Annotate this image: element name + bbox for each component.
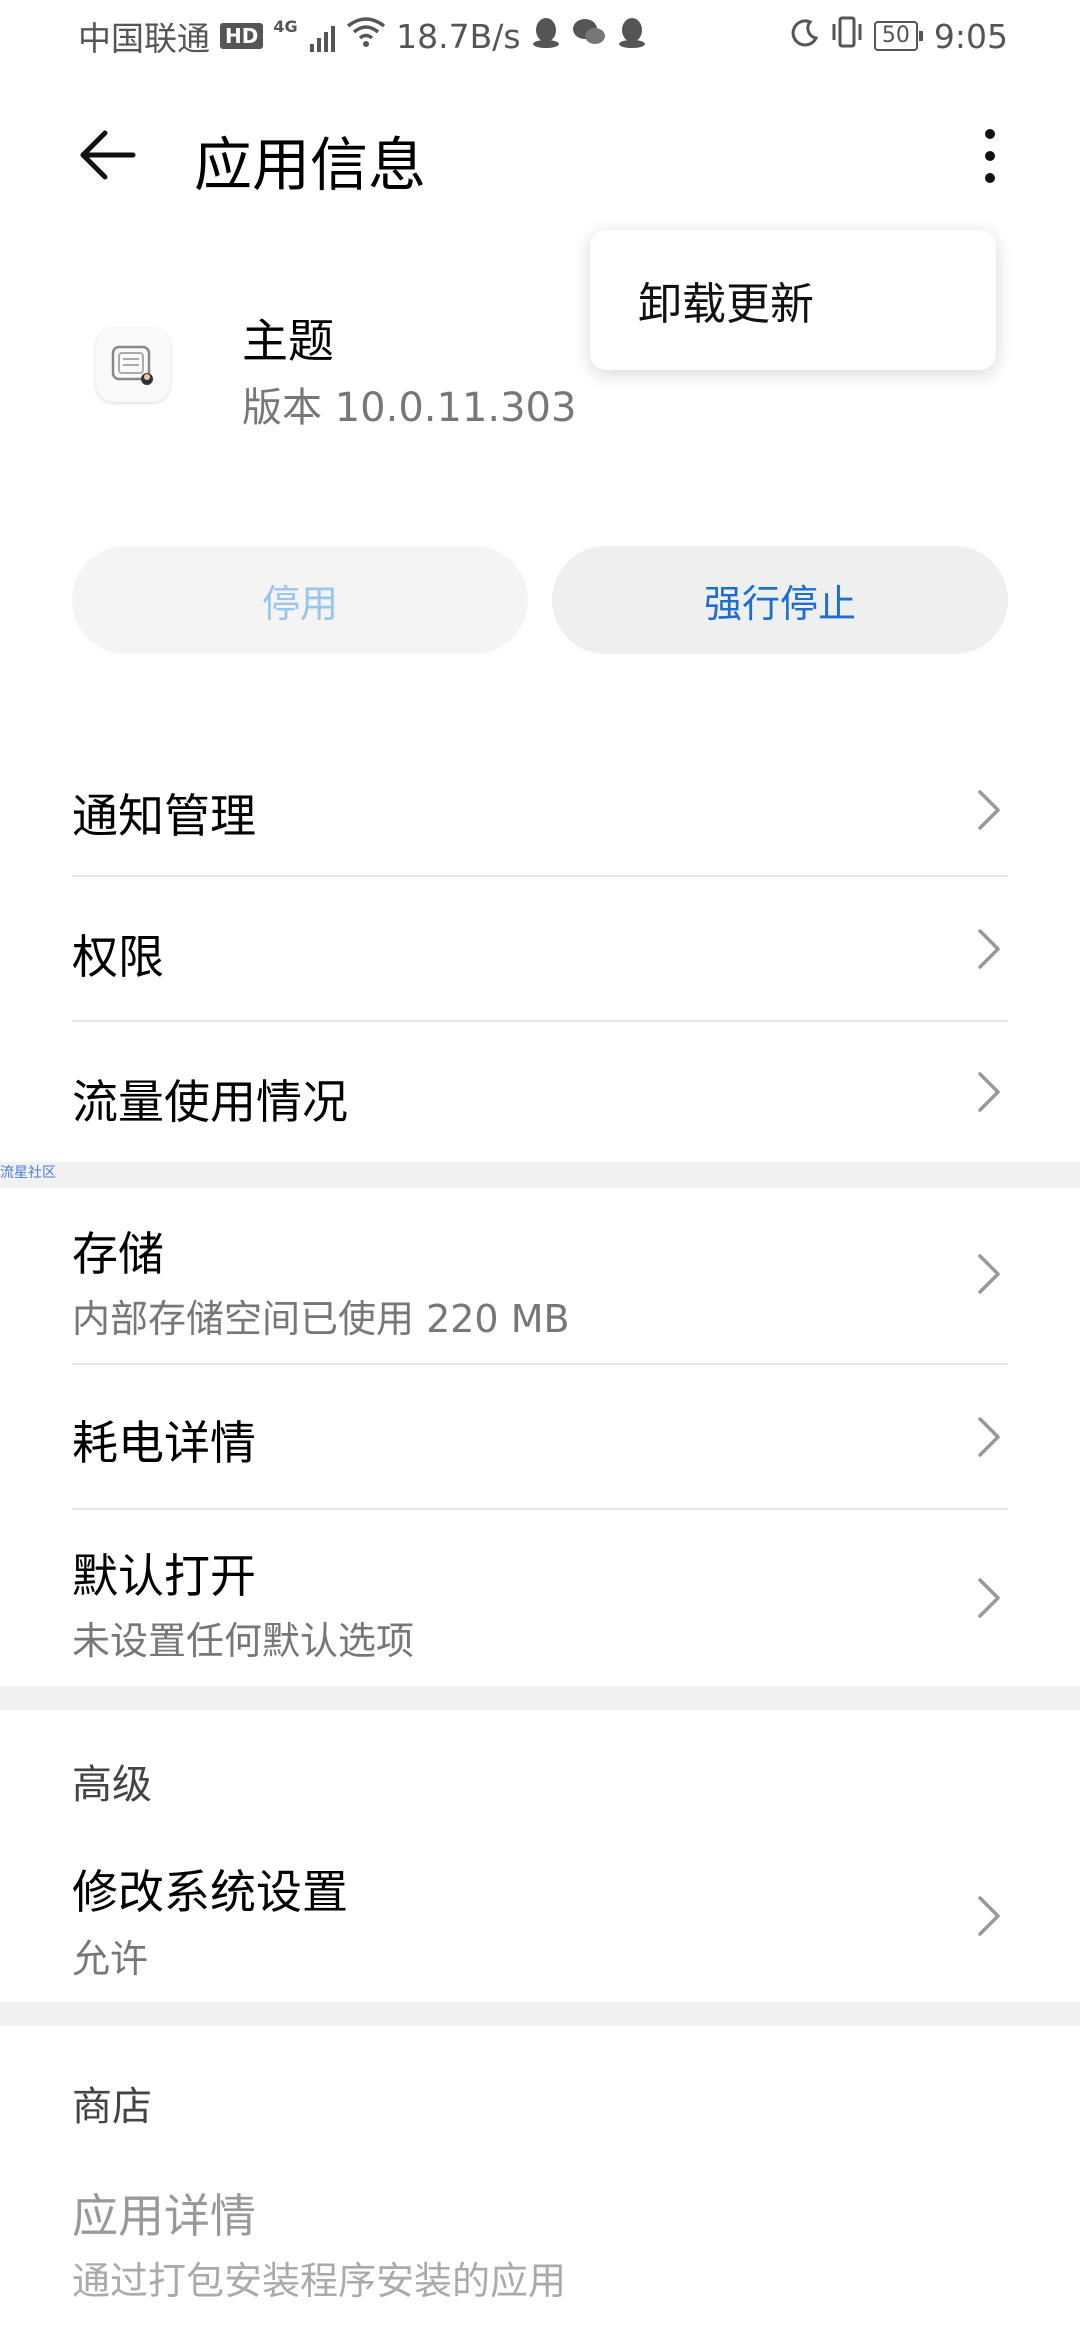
app-bar: 应用信息 <box>0 100 1080 212</box>
more-options-button[interactable] <box>962 116 1018 196</box>
chevron-right-icon <box>978 1417 1000 1457</box>
qq-icon-2 <box>617 16 647 56</box>
list-item-storage[interactable]: 存储 内部存储空间已使用 220 MB <box>0 1188 1080 1362</box>
list-item-modify-system-settings[interactable]: 修改系统设置 允许 <box>0 1832 1080 2002</box>
watermark: 流星社区 <box>0 1165 56 1181</box>
list-item-battery-details[interactable]: 耗电详情 <box>0 1365 1080 1509</box>
wechat-icon <box>571 16 607 56</box>
app-icon <box>96 328 170 402</box>
page-title: 应用信息 <box>194 131 427 199</box>
network-type-label: 4G <box>273 16 298 36</box>
section-header-store: 商店 <box>72 2084 152 2130</box>
moon-icon <box>790 17 820 56</box>
chevron-right-icon <box>978 1072 1000 1112</box>
popup-menu-item-uninstall-updates[interactable]: 卸载更新 <box>590 230 996 370</box>
chevron-right-icon <box>978 929 1000 969</box>
status-right: 50 9:05 <box>790 16 1008 56</box>
chevron-right-icon <box>978 790 1000 830</box>
chevron-right-icon <box>978 1578 1000 1618</box>
list-item-label: 存储 <box>72 1227 164 1281</box>
force-stop-button[interactable]: 强行停止 <box>552 546 1008 654</box>
list-item-sublabel: 通过打包安装程序安装的应用 <box>72 2259 567 2303</box>
status-left: 中国联通 HD 4G 18.7B/s <box>78 12 647 60</box>
section-gap <box>0 1162 1080 1188</box>
status-bar: 中国联通 HD 4G 18.7B/s 50 9:05 <box>0 0 1080 72</box>
qq-icon <box>531 16 561 56</box>
theme-app-icon <box>111 345 153 385</box>
network-speed: 18.7B/s <box>396 16 521 56</box>
list-item-permissions[interactable]: 权限 <box>0 877 1080 1021</box>
signal-icon: 4G <box>273 17 336 56</box>
list-item-label: 耗电详情 <box>72 1416 256 1470</box>
list-item-app-details: 应用详情 通过打包安装程序安装的应用 <box>0 2158 1080 2328</box>
back-button[interactable] <box>72 120 142 190</box>
list-item-sublabel: 内部存储空间已使用 220 MB <box>72 1297 570 1341</box>
chevron-right-icon <box>978 1254 1000 1294</box>
list-item-sublabel: 未设置任何默认选项 <box>72 1619 415 1663</box>
list-item-label: 权限 <box>72 930 164 984</box>
app-name: 主题 <box>242 314 334 368</box>
hd-icon: HD <box>220 23 264 49</box>
section-gap <box>0 2002 1080 2026</box>
section-gap <box>0 1686 1080 1710</box>
list-item-label: 默认打开 <box>72 1549 256 1603</box>
more-vertical-icon <box>985 129 995 139</box>
app-version: 版本 10.0.11.303 <box>242 385 577 431</box>
clock: 9:05 <box>933 16 1008 56</box>
list-item-label: 修改系统设置 <box>72 1865 348 1919</box>
vibrate-icon <box>830 16 864 56</box>
list-item-sublabel: 允许 <box>72 1937 149 1981</box>
list-item-label: 应用详情 <box>72 2189 256 2243</box>
list-item-label: 流量使用情况 <box>72 1075 348 1129</box>
chevron-right-icon <box>978 1896 1000 1936</box>
back-arrow-icon <box>80 130 136 180</box>
section-header-advanced: 高级 <box>72 1762 152 1808</box>
disable-button[interactable]: 停用 <box>72 546 528 654</box>
carrier-label: 中国联通 <box>78 19 210 58</box>
list-item-default-open[interactable]: 默认打开 未设置任何默认选项 <box>0 1510 1080 1686</box>
list-item-notifications[interactable]: 通知管理 <box>0 738 1080 884</box>
list-item-data-usage[interactable]: 流量使用情况 <box>0 1022 1080 1162</box>
list-item-label: 通知管理 <box>72 789 256 843</box>
battery-icon: 50 <box>873 21 923 51</box>
wifi-icon <box>346 16 386 56</box>
